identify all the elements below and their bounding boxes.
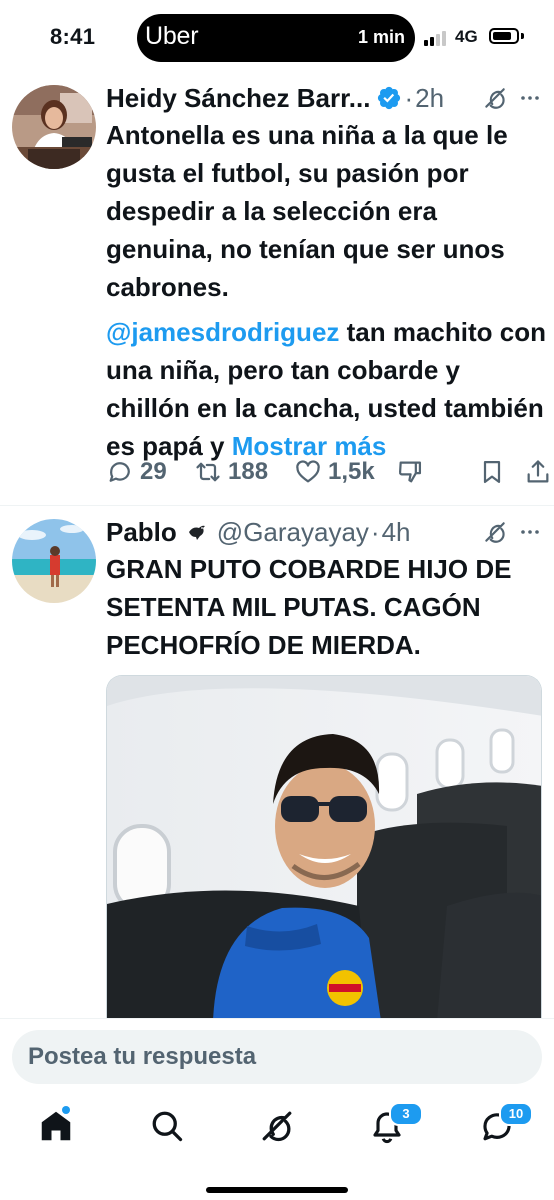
reply-icon (109, 462, 130, 482)
more-options-icon[interactable] (518, 86, 542, 110)
dynamic-island-live-activity[interactable]: Uber 1 min (137, 14, 415, 62)
tweet-header: Pablo @Garayayay · 4h (106, 514, 546, 550)
grok-icon (262, 1111, 292, 1142)
tweet-header: Heidy Sánchez Barr... · 2h (106, 80, 546, 116)
display-name[interactable]: Pablo (106, 517, 177, 548)
tweet-paragraph: Antonella es una niña a la que le gusta … (106, 120, 508, 302)
reply-count: 29 (140, 458, 167, 485)
tweet[interactable]: Heidy Sánchez Barr... · 2h Antonella es … (0, 76, 554, 506)
search-icon (152, 1111, 183, 1142)
handle[interactable]: @Garayayay (217, 517, 369, 548)
mention-link[interactable]: @jamesdrodriguez (106, 317, 339, 347)
home-indicator (206, 1187, 348, 1193)
verified-badge-icon (378, 86, 401, 110)
more-options-icon[interactable] (518, 520, 542, 544)
share-button[interactable] (524, 452, 554, 492)
notifications-badge: 3 (389, 1102, 423, 1126)
reply-button[interactable]: 29 (106, 452, 167, 492)
tab-grok[interactable] (259, 1108, 295, 1144)
heart-icon (296, 460, 320, 483)
repost-icon (196, 462, 220, 482)
repost-count: 188 (228, 458, 269, 485)
grok-icon[interactable] (482, 85, 508, 111)
avatar[interactable] (12, 519, 96, 603)
like-button[interactable]: 1,5k (294, 452, 375, 492)
like-count: 1,5k (328, 458, 375, 485)
tab-search[interactable] (149, 1108, 185, 1144)
messages-badge: 10 (499, 1102, 533, 1126)
repost-button[interactable]: 188 (194, 452, 268, 492)
separator-dot: · (404, 82, 414, 113)
tweet-paragraph: @jamesdrodriguez tan machito con una niñ… (106, 313, 546, 465)
tweet-time[interactable]: 4h (382, 517, 411, 548)
bookmark-button[interactable] (478, 452, 512, 492)
tweet-media-photo[interactable] (106, 675, 542, 1020)
grok-icon[interactable] (482, 519, 508, 545)
signal-strength-icon (424, 30, 452, 46)
reply-input[interactable] (12, 1030, 542, 1084)
bird-emoji-icon (188, 525, 205, 540)
dislike-button[interactable] (396, 452, 430, 492)
home-unread-dot (62, 1106, 70, 1114)
status-time: 8:41 (50, 24, 96, 49)
tweet-actions: 29 188 1,5k (106, 452, 552, 492)
tab-home[interactable] (38, 1106, 74, 1144)
tab-messages[interactable]: 10 (479, 1102, 533, 1144)
bookmark-icon (483, 460, 501, 484)
network-type: 4G (455, 27, 478, 46)
share-icon (527, 460, 549, 483)
live-activity-time: 1 min (357, 27, 405, 47)
battery-icon (489, 28, 519, 44)
live-activity-app: Uber (145, 22, 199, 50)
home-icon (41, 1111, 71, 1141)
tab-notifications[interactable]: 3 (369, 1102, 423, 1144)
separator-dot: · (370, 516, 380, 547)
bottom-tab-bar: 3 10 (0, 1102, 554, 1200)
tweet-text: GRAN PUTO COBARDE HIJO DE SETENTA MIL PU… (106, 554, 512, 660)
avatar[interactable] (12, 85, 96, 169)
tweet-text: Antonella es una niña a la que le gusta … (106, 116, 546, 465)
reply-composer (0, 1018, 554, 1102)
thumbs-down-icon (398, 461, 422, 483)
tweet-time[interactable]: 2h (415, 83, 444, 114)
status-bar: 8:41 Uber 1 min 4G (0, 0, 554, 76)
tweet[interactable]: Pablo @Garayayay · 4h GRAN PUTO COBARDE … (0, 507, 554, 1020)
display-name[interactable]: Heidy Sánchez Barr... (106, 83, 370, 114)
